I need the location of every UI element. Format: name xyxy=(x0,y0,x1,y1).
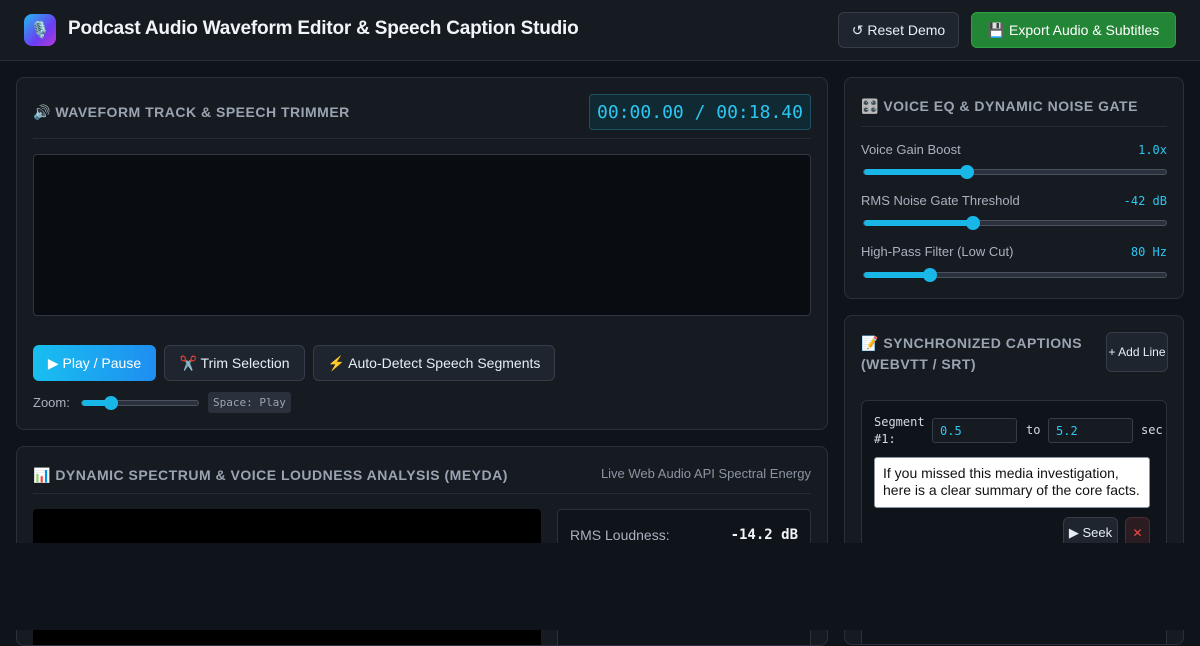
app-header: 🎙️ Podcast Audio Waveform Editor & Speec… xyxy=(0,0,1200,61)
zoom-slider[interactable] xyxy=(81,396,199,410)
noise-gate-slider[interactable] xyxy=(863,216,1167,230)
slider-fill xyxy=(864,272,931,278)
slider-fill xyxy=(864,220,973,226)
auto-detect-button[interactable]: ⚡ Auto-Detect Speech Segments xyxy=(313,345,555,381)
trim-selection-button[interactable]: ✂️ Trim Selection xyxy=(164,345,305,381)
slider-fill xyxy=(864,169,967,175)
microphone-icon: 🎙️ xyxy=(24,14,56,46)
caption-text-area[interactable]: If you missed this media investigation, … xyxy=(874,457,1150,508)
app-title: Podcast Audio Waveform Editor & Speech C… xyxy=(68,18,579,39)
captions-panel-title: 📝 Synchronized Captions (WebVTT / SRT) xyxy=(861,335,1083,372)
shortcut-hint: Space: Play xyxy=(208,392,291,413)
rms-loudness-label: RMS Loudness: xyxy=(570,527,670,543)
spectrum-subtitle: Live Web Audio API Spectral Energy xyxy=(600,466,811,481)
gain-value: 1.0x xyxy=(1138,143,1167,157)
rms-loudness-value: -14.2 dB xyxy=(730,527,798,543)
noise-gate-label: RMS Noise Gate Threshold xyxy=(861,193,1020,208)
play-pause-button[interactable]: ▶ Play / Pause xyxy=(33,345,156,381)
timecode-display: 00:00.00 / 00:18.40 xyxy=(589,94,811,130)
spectrum-panel-title: 📊 Dynamic Spectrum & Voice Loudness Anal… xyxy=(33,467,508,483)
noise-gate-value: -42 dB xyxy=(1123,194,1167,208)
segment-to-label: to xyxy=(1026,423,1041,437)
slider-handle[interactable] xyxy=(923,268,938,282)
segment-end-input[interactable]: 5.2 xyxy=(1048,418,1133,443)
voice-eq-panel: 🎛️ Voice EQ & Dynamic Noise Gate Voice G… xyxy=(844,77,1184,299)
high-pass-slider[interactable] xyxy=(863,268,1167,282)
divider xyxy=(33,493,811,494)
segment-start-input[interactable]: 0.5 xyxy=(932,418,1017,443)
waveform-panel: 🔊 Waveform Track & Speech Trimmer 00:00.… xyxy=(16,77,828,430)
eq-panel-title: 🎛️ Voice EQ & Dynamic Noise Gate xyxy=(861,98,1138,114)
export-button[interactable]: 💾 Export Audio & Subtitles xyxy=(971,12,1176,48)
waveform-canvas[interactable] xyxy=(33,154,811,316)
slider-handle[interactable] xyxy=(959,165,974,179)
slider-handle[interactable] xyxy=(104,396,118,410)
zoom-label: Zoom: xyxy=(33,395,70,410)
divider xyxy=(33,138,811,139)
segment-label: Segment #1: xyxy=(874,415,925,446)
high-pass-value: 80 Hz xyxy=(1130,245,1167,259)
high-pass-label: High-Pass Filter (Low Cut) xyxy=(861,244,1014,259)
add-line-button[interactable]: + Add Line xyxy=(1106,332,1168,372)
gain-slider[interactable] xyxy=(863,165,1167,179)
slider-handle[interactable] xyxy=(965,216,980,230)
reset-demo-button[interactable]: ↺ Reset Demo xyxy=(838,12,959,48)
gain-label: Voice Gain Boost xyxy=(861,142,961,157)
segment-unit-label: sec xyxy=(1141,423,1163,437)
divider xyxy=(861,126,1167,127)
waveform-panel-title: 🔊 Waveform Track & Speech Trimmer xyxy=(33,104,350,120)
viewport-background xyxy=(0,543,1200,630)
